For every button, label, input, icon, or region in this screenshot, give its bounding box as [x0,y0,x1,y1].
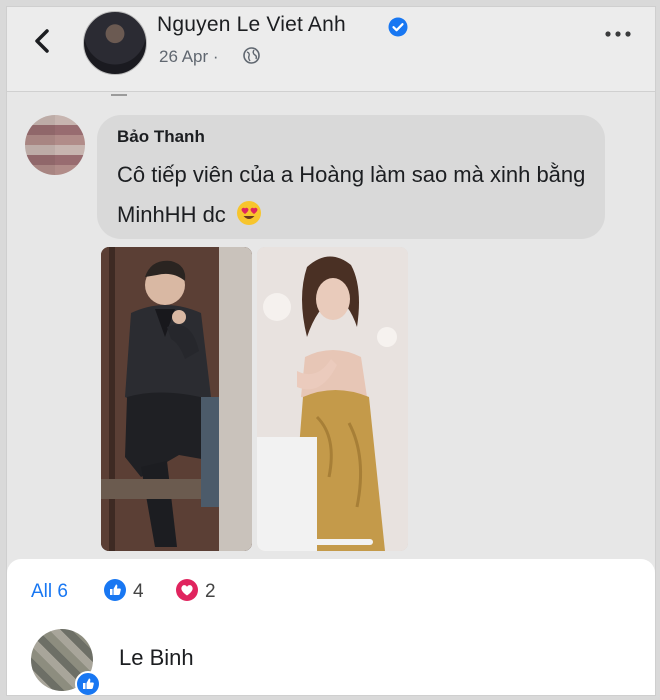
photo-man-in-suit[interactable] [101,247,252,551]
more-options-icon[interactable] [603,29,633,39]
photo-woman-in-gown[interactable] [257,247,408,551]
author-name[interactable]: Nguyen Le Viet Anh [157,13,346,37]
tab-all-reactions[interactable]: All 6 [31,581,68,603]
author-avatar[interactable] [83,11,147,75]
photo-woman-illustration [257,247,408,551]
globe-icon [243,47,260,64]
verified-badge-icon [388,17,408,37]
back-arrow-icon[interactable] [29,23,57,59]
love-reaction-icon [176,579,198,601]
home-indicator [291,539,373,545]
reactions-panel: All 6 4 2 Le Binh [7,559,655,695]
post-header: Nguyen Le Viet Anh 26 Apr · [7,7,655,92]
comment-bubble[interactable]: Bảo Thanh Cô tiếp viên của a Hoàng làm s… [97,115,605,239]
commenter-name[interactable]: Bảo Thanh [117,127,205,147]
photo-man-illustration [101,247,252,551]
heart-eyes-emoji-icon [236,201,261,225]
like-count: 4 [133,581,144,602]
comment-text: Cô tiếp viên của a Hoàng làm sao mà xinh… [117,162,586,227]
like-badge-icon [75,671,101,695]
commenter-avatar[interactable] [25,115,85,175]
love-count: 2 [205,581,216,602]
post-date[interactable]: 26 Apr · [159,47,219,67]
post-screen: Nguyen Le Viet Anh 26 Apr · Bảo Thanh Cô… [6,6,656,696]
like-reaction-icon [104,579,126,601]
reactor-name[interactable]: Le Binh [119,645,194,671]
divider [111,94,127,96]
